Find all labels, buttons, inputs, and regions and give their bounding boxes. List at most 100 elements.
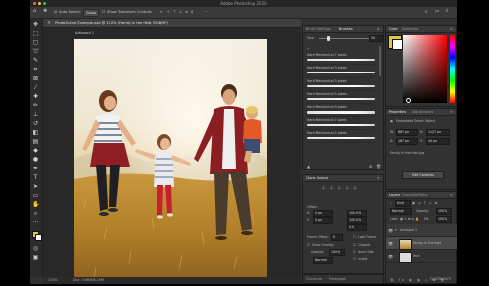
clipped-checkbox[interactable]: ☑ [353,243,356,247]
lock-icons[interactable]: ▦ ✎ ✥ ⊡ 🔒 [400,217,419,221]
home-icon[interactable]: ⌂ [33,8,36,14]
screen-mode-icon[interactable]: ▣ [32,254,39,261]
quick-mask-icon[interactable]: ◎ [32,245,39,252]
eraser-tool-icon[interactable]: ◧ [32,129,39,136]
panel-menu-icon[interactable]: ≡ [450,193,453,197]
align-icons[interactable]: ⊢ ⊣ ⊤ ⊥ ≡ ⫴ [160,10,194,14]
hue-slider[interactable] [450,35,455,103]
brush-item[interactable]: Hard Mechanical 5 pixels [307,91,375,104]
tab-character[interactable]: Character [306,277,323,281]
visibility-eye-icon[interactable]: 👁 [388,241,393,246]
height-field[interactable]: 1127 px [426,129,450,136]
edit-contents-button[interactable]: Edit Contents [402,171,444,179]
color-picker-field[interactable] [403,35,447,103]
tab-paragraph[interactable]: Paragraph [329,277,346,281]
path-selection-tool-icon[interactable]: ➤ [32,183,39,190]
panel-menu-icon[interactable]: ≡ [377,176,380,180]
panel-menu-icon[interactable]: ≡ [450,27,453,31]
artboard-canvas[interactable] [74,39,267,284]
artboard-label[interactable]: Artboard 1 [75,31,94,35]
blend-mode-dropdown[interactable]: Normal [390,208,412,215]
overlay-opacity-field[interactable]: 100% [329,249,345,256]
size-slider-thumb[interactable] [327,36,330,41]
brush-item[interactable]: Hard Mechanical 7 pixels [307,52,375,65]
offset-x-field[interactable]: 0 px [313,210,333,217]
visibility-eye-icon[interactable]: 👁 [388,228,393,233]
angle-field[interactable]: 0.0 [347,224,367,231]
x-field[interactable]: 187 px [396,138,418,145]
y-field[interactable]: 44 px [426,138,450,145]
marquee-tool-icon[interactable]: ▢ [32,39,39,46]
lock-frame-checkbox[interactable]: ☐ [353,235,356,239]
frame-tool-icon[interactable]: ⊠ [32,75,39,82]
artboard-tool-icon[interactable]: ⬚ [32,30,39,37]
frame-offset-field[interactable]: 0 [331,234,343,241]
tab-adjustments[interactable]: Adjustments [412,110,433,114]
auto-select-dropdown[interactable]: Group [83,9,100,17]
more-tools-icon[interactable]: ··· [32,219,39,226]
brush-item[interactable]: Hard Mechanical 3 pixels [307,65,375,78]
auto-hide-checkbox[interactable]: ☑ [353,250,356,254]
show-transform-checkbox-icon[interactable]: ☐ [102,10,105,14]
clone-source-slots-icon[interactable]: ⊥ ⊥ ⊥ ⊥ ⊥ [321,185,358,191]
filter-search-icon[interactable]: ⌕ [390,201,392,205]
color-background-swatch[interactable] [392,39,403,50]
tab-color[interactable]: Color [389,27,398,31]
clone-stamp-tool-icon[interactable]: ⊥ [32,111,39,118]
search-icon[interactable]: ⌕ [425,9,428,15]
shape-tool-icon[interactable]: ▭ [32,192,39,199]
visibility-eye-icon[interactable]: 👁 [388,254,393,259]
tab-channels[interactable]: Channels [402,193,418,197]
background-color-swatch[interactable] [35,234,42,241]
tab-paths[interactable]: Paths [418,193,427,197]
tab-layers[interactable]: Layers [389,193,400,197]
layer-row[interactable]: 👁 ▾ Artboard 1 [386,224,457,237]
quick-select-tool-icon[interactable]: ✎ [32,57,39,64]
healing-brush-tool-icon[interactable]: ✚ [32,93,39,100]
dodge-tool-icon[interactable]: ● [32,156,39,163]
share-icon[interactable]: ⇪ [445,9,449,14]
offset-y-field[interactable]: 0 px [313,217,333,224]
move-tool-icon[interactable]: ✥ [32,21,39,28]
layer-filter-icons[interactable]: ▣ ◎ T ▭ ⊞ [412,201,438,205]
height-scale-field[interactable]: 100.0% [347,217,367,224]
brush-item[interactable]: Hard Mechanical 7 pixels [307,117,375,130]
hand-tool-icon[interactable]: ✋ [32,201,39,208]
tab-swatches[interactable]: Swatches [402,27,418,31]
delete-brush-icon[interactable]: 🗑 [376,164,381,169]
tab-brushes[interactable]: Brushes [339,27,353,31]
pen-tool-icon[interactable]: ✒ [32,165,39,172]
overlay-blend-dropdown[interactable]: Normal [313,257,333,264]
invert-checkbox[interactable]: ☐ [353,257,356,261]
layer-kind-dropdown[interactable]: Kind [395,200,411,207]
layer-fill-field[interactable]: 100% [436,216,452,223]
clone-source-title[interactable]: Clone Source [306,176,328,180]
size-field[interactable]: 30 [369,35,383,42]
zoom-level[interactable]: 110% [48,277,58,284]
brush-item[interactable]: Hard Mechanical 5 pixels [307,130,375,143]
tab-brush-settings[interactable]: Brush Settings [306,27,331,31]
more-options-icon[interactable]: ··· [205,10,208,14]
blur-tool-icon[interactable]: ◆ [32,147,39,154]
brush-item[interactable]: Hard Mechanical 5 pixels [307,78,375,91]
brush-item[interactable]: Hard Mechanical 9 pixels [307,104,375,117]
move-tool-icon[interactable]: ✥ [43,8,47,14]
zoom-tool-icon[interactable]: ⌕ [32,210,39,217]
layer-row[interactable]: 👁 Text [386,250,457,263]
checkbox-icon[interactable]: ☑ [54,10,57,14]
panel-menu-icon[interactable]: ≡ [377,27,380,31]
type-tool-icon[interactable]: T [32,174,39,181]
doc-size-info[interactable]: Doc: 3.66M/8.19M [73,277,104,284]
new-brush-icon[interactable]: ⊞ [369,164,372,169]
layer-row[interactable]: 👁 Family in the field [386,237,457,250]
workspace-icon[interactable]: ▭ [435,9,439,14]
color-picker-cursor[interactable] [406,98,411,103]
lasso-tool-icon[interactable]: ➰ [32,48,39,55]
layer-opacity-field[interactable]: 100% [436,208,452,215]
tab-properties[interactable]: Properties [389,110,406,114]
crop-tool-icon[interactable]: ⌗ [32,66,39,73]
eyedropper-tool-icon[interactable]: ⁄ [32,84,39,91]
brushes-scrollbar[interactable] [379,46,381,76]
document-tab[interactable]: × PhotoScene Example.psd @ 110% (Family … [43,19,301,28]
brush-panel-footer-icons[interactable]: ▲ [307,164,310,169]
